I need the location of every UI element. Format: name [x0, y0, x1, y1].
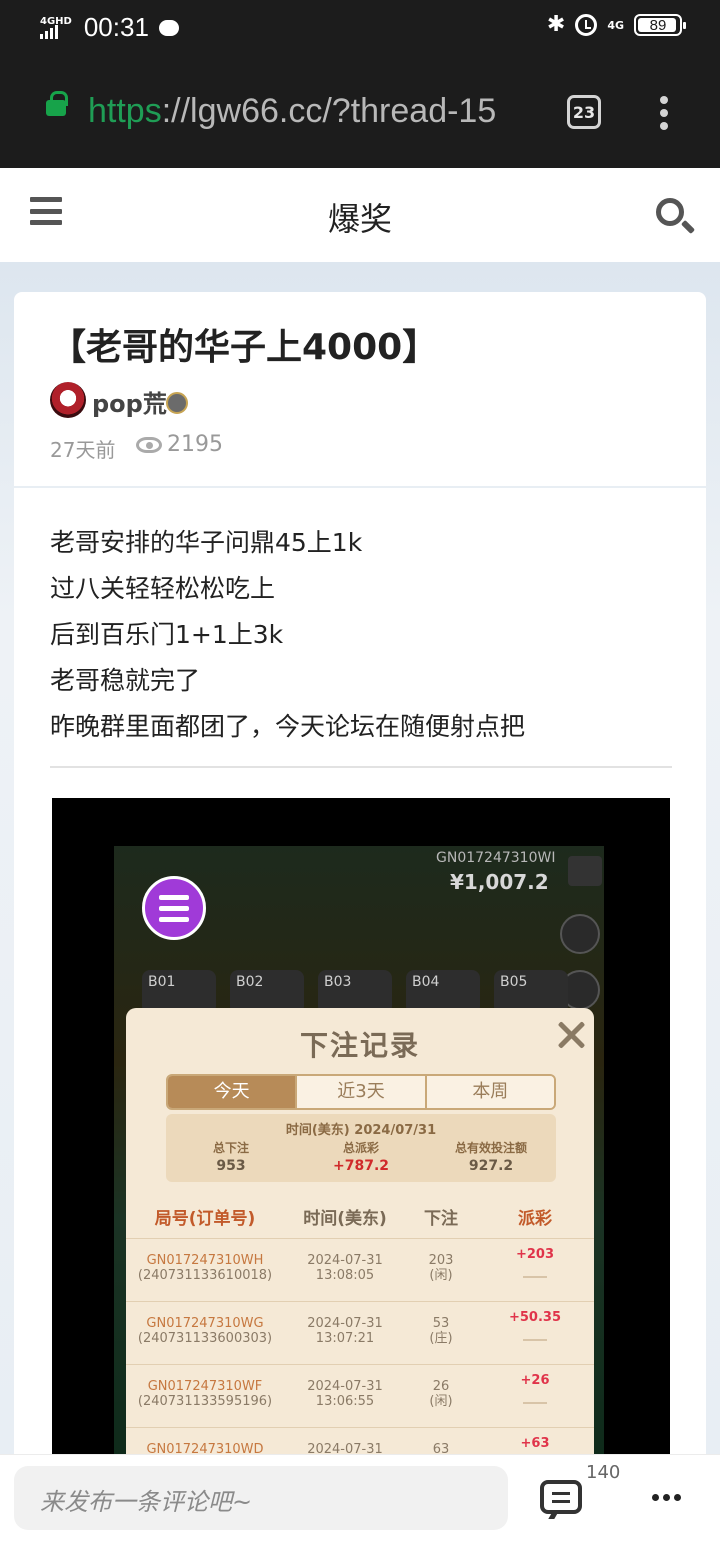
- tab-3days: 近3天: [297, 1076, 427, 1108]
- battery-icon: 89: [634, 14, 686, 36]
- table-row: GN017247310WG (240731133600303) 2024-07-3…: [126, 1301, 594, 1363]
- table-header: 局号(订单号) 时间(美东) 下注 派彩: [126, 1204, 594, 1238]
- column-header: 下注: [424, 1209, 458, 1229]
- total-payout-label: 总派彩: [342, 1141, 379, 1155]
- column-header: 时间(美东): [303, 1209, 387, 1229]
- comment-input[interactable]: 来发布一条评论吧~: [14, 1466, 508, 1530]
- game-menu-icon: [568, 856, 602, 886]
- embedded-screenshot[interactable]: GN017247310WI ¥1,007.2 B01 B02 B03 B04 B…: [52, 798, 670, 1458]
- purple-menu-icon: [142, 876, 206, 940]
- bluetooth-icon: ✱: [546, 12, 566, 37]
- close-icon: [554, 1018, 588, 1052]
- content-line: 昨晚群里面都团了，今天论坛在随便射点把: [50, 712, 526, 741]
- battery-level: 89: [649, 16, 667, 34]
- eye-icon: [136, 437, 162, 453]
- lock-icon[interactable]: [46, 91, 68, 116]
- view-count: 2195: [167, 432, 223, 457]
- clock: 00:31: [83, 12, 149, 42]
- game-balance: ¥1,007.2: [450, 870, 549, 894]
- column-header: 派彩: [518, 1209, 552, 1229]
- more-icon[interactable]: [652, 1494, 681, 1501]
- valid-bet: 927.2: [468, 1158, 514, 1174]
- author-name[interactable]: pop荒: [92, 384, 167, 419]
- alarm-icon: [575, 14, 598, 36]
- summary-panel: 时间(美东) 2024/07/31 总下注 953 总派彩 +787.2 总有效…: [166, 1114, 556, 1182]
- table-row: GN017247310WH (240731133610018) 2024-07-3…: [126, 1238, 594, 1300]
- modal-title: 下注记录: [299, 1029, 420, 1062]
- modal-tabs: 今天 近3天 本周: [166, 1074, 556, 1110]
- chevron-down-icon: [523, 1270, 547, 1278]
- total-bet: 953: [216, 1158, 246, 1174]
- summary-date: 时间(美东) 2024/07/31: [285, 1123, 437, 1138]
- browser-menu-icon[interactable]: [656, 96, 672, 130]
- network-type: 4G: [607, 18, 624, 32]
- content-line: 老哥稳就完了: [50, 666, 201, 695]
- content-line: 后到百乐门1+1上3k: [50, 620, 284, 649]
- page-title: 爆奖: [327, 200, 392, 238]
- post-time: 27天前: [50, 438, 116, 462]
- chat-notification-icon: [158, 19, 179, 36]
- content-line: 过八关轻轻松松吃上: [50, 574, 276, 603]
- comment-icon[interactable]: [540, 1480, 582, 1514]
- tab-today: 今天: [168, 1076, 298, 1108]
- column-header: 局号(订单号): [154, 1209, 256, 1229]
- table-row: GN017247310WF (240731133595196) 2024-07-3…: [126, 1364, 594, 1426]
- divider: [50, 766, 672, 768]
- signal-icon: [40, 24, 72, 39]
- valid-bet-label: 总有效投注额: [454, 1141, 527, 1155]
- avatar[interactable]: [50, 382, 86, 418]
- tab-switcher-button[interactable]: 23: [567, 95, 601, 129]
- chevron-down-icon: [523, 1333, 547, 1341]
- user-badge-icon: [166, 392, 188, 414]
- comment-count: 140: [586, 1462, 621, 1483]
- content-line: 老哥安排的华子问鼎45上1k: [50, 528, 363, 557]
- search-icon[interactable]: [656, 198, 684, 226]
- game-id: GN017247310WI: [436, 850, 556, 866]
- post-content: 老哥安排的华子问鼎45上1k 过八关轻轻松松吃上 后到百乐门1+1上3k 老哥稳…: [50, 520, 525, 750]
- status-bar: 4GHD 00:31 ✱ 4G 89: [0, 0, 720, 56]
- address-bar[interactable]: https://lgw66.cc/?thread-15: [88, 92, 496, 131]
- chip-icon: [560, 914, 600, 954]
- post-title: 【老哥的华子上4000】: [50, 327, 439, 368]
- bet-record-modal: 下注记录 今天 近3天 本周 时间(美东) 2024/07/31 总下注 953…: [126, 1008, 594, 1458]
- chevron-down-icon: [523, 1396, 547, 1404]
- tab-week: 本周: [426, 1076, 554, 1108]
- total-payout: +787.2: [332, 1158, 389, 1174]
- total-bet-label: 总下注: [212, 1141, 249, 1155]
